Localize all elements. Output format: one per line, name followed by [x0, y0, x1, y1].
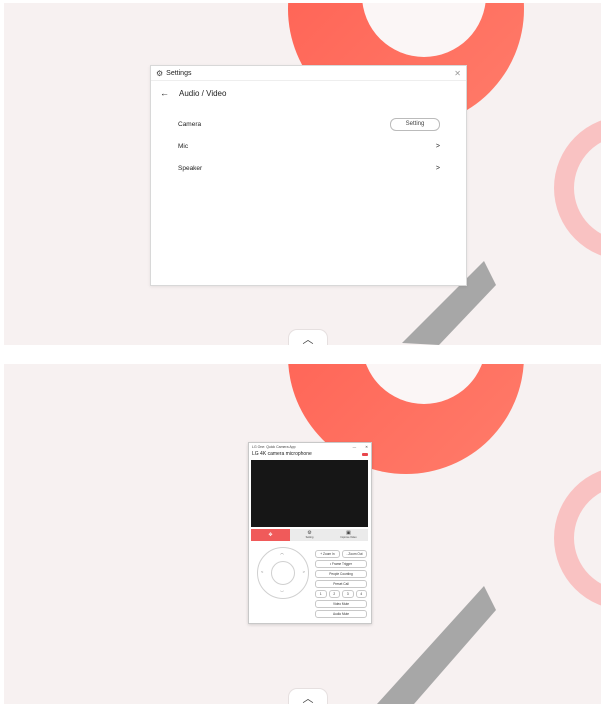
- frame-trigger-button[interactable]: • Frame Trigger: [315, 560, 367, 568]
- arrow-down-icon[interactable]: ﹀: [280, 590, 284, 596]
- tab-improve-video[interactable]: ▣ Improve Video: [329, 529, 368, 541]
- camera-controls: + Zoom In - Zoom Out • Frame Trigger Peo…: [315, 550, 367, 620]
- ptz-control[interactable]: ︿ ﹀ < >: [257, 547, 309, 599]
- joystick-icon: ✥: [268, 531, 273, 538]
- camera-app-tabs: ✥ ⚙ Setting ▣ Improve Video: [251, 529, 368, 541]
- device-name: LG 4K camera microphone: [252, 451, 312, 457]
- zoom-in-button[interactable]: + Zoom In: [315, 550, 340, 558]
- settings-titlebar: ⚙ Settings ✕: [151, 66, 466, 81]
- settings-window: ⚙ Settings ✕ ← Audio / Video Camera Sett…: [150, 65, 467, 286]
- camera-app-window: LG One: Quick Camera App — ✕ LG 4K camer…: [248, 442, 372, 624]
- mic-label: Mic: [178, 142, 189, 150]
- settings-row-camera: Camera Setting: [178, 117, 440, 131]
- desktop-top: ⚙ Settings ✕ ← Audio / Video Camera Sett…: [4, 3, 601, 345]
- preset-1-button[interactable]: 1: [315, 590, 327, 598]
- desktop-bottom: LG One: Quick Camera App — ✕ LG 4K camer…: [4, 364, 601, 704]
- preset-3-button[interactable]: 3: [342, 590, 354, 598]
- camera-status-icon: [362, 452, 368, 456]
- camera-app-titlebar: LG One: Quick Camera App — ✕: [249, 443, 371, 450]
- camera-setting-button[interactable]: Setting: [390, 117, 440, 131]
- video-mute-button[interactable]: Video Mute: [315, 600, 367, 608]
- close-icon[interactable]: ✕: [454, 69, 461, 78]
- people-counting-button[interactable]: People Counting: [315, 570, 367, 578]
- arrow-left-icon[interactable]: ←: [160, 88, 169, 98]
- minimize-icon[interactable]: —: [353, 445, 357, 449]
- expand-button[interactable]: ︿: [288, 329, 328, 345]
- settings-header: ← Audio / Video: [151, 81, 466, 105]
- device-bar: LG 4K camera microphone: [249, 450, 371, 458]
- camera-preview: [251, 460, 368, 527]
- close-icon[interactable]: ✕: [365, 445, 368, 449]
- chevron-right-icon: >: [435, 142, 440, 150]
- preset-call-button[interactable]: Preset Call: [315, 580, 367, 588]
- arrow-right-icon[interactable]: >: [303, 569, 305, 574]
- speaker-label: Speaker: [178, 164, 203, 172]
- camera-label: Camera: [178, 120, 202, 128]
- ptz-center[interactable]: [271, 561, 295, 585]
- chevron-right-icon: >: [435, 164, 440, 172]
- tab-control[interactable]: ✥: [251, 529, 290, 541]
- arrow-left-icon[interactable]: <: [261, 569, 263, 574]
- expand-button[interactable]: ︿: [288, 688, 328, 704]
- preset-2-button[interactable]: 2: [328, 590, 340, 598]
- arrow-up-icon[interactable]: ︿: [280, 550, 284, 556]
- gear-icon: ⚙: [156, 68, 164, 78]
- preset-4-button[interactable]: 4: [355, 590, 367, 598]
- tab-setting[interactable]: ⚙ Setting: [290, 529, 329, 541]
- settings-row-mic[interactable]: Mic >: [178, 140, 440, 152]
- audio-mute-button[interactable]: Audio Mute: [315, 610, 367, 618]
- settings-row-speaker[interactable]: Speaker >: [178, 162, 440, 174]
- chevron-up-icon: ︿: [302, 334, 314, 345]
- chevron-up-icon: ︿: [302, 693, 314, 704]
- page-title: Audio / Video: [179, 88, 227, 98]
- settings-title: Settings: [166, 69, 192, 77]
- camera-app-title: LG One: Quick Camera App: [252, 444, 296, 449]
- zoom-out-button[interactable]: - Zoom Out: [342, 550, 367, 558]
